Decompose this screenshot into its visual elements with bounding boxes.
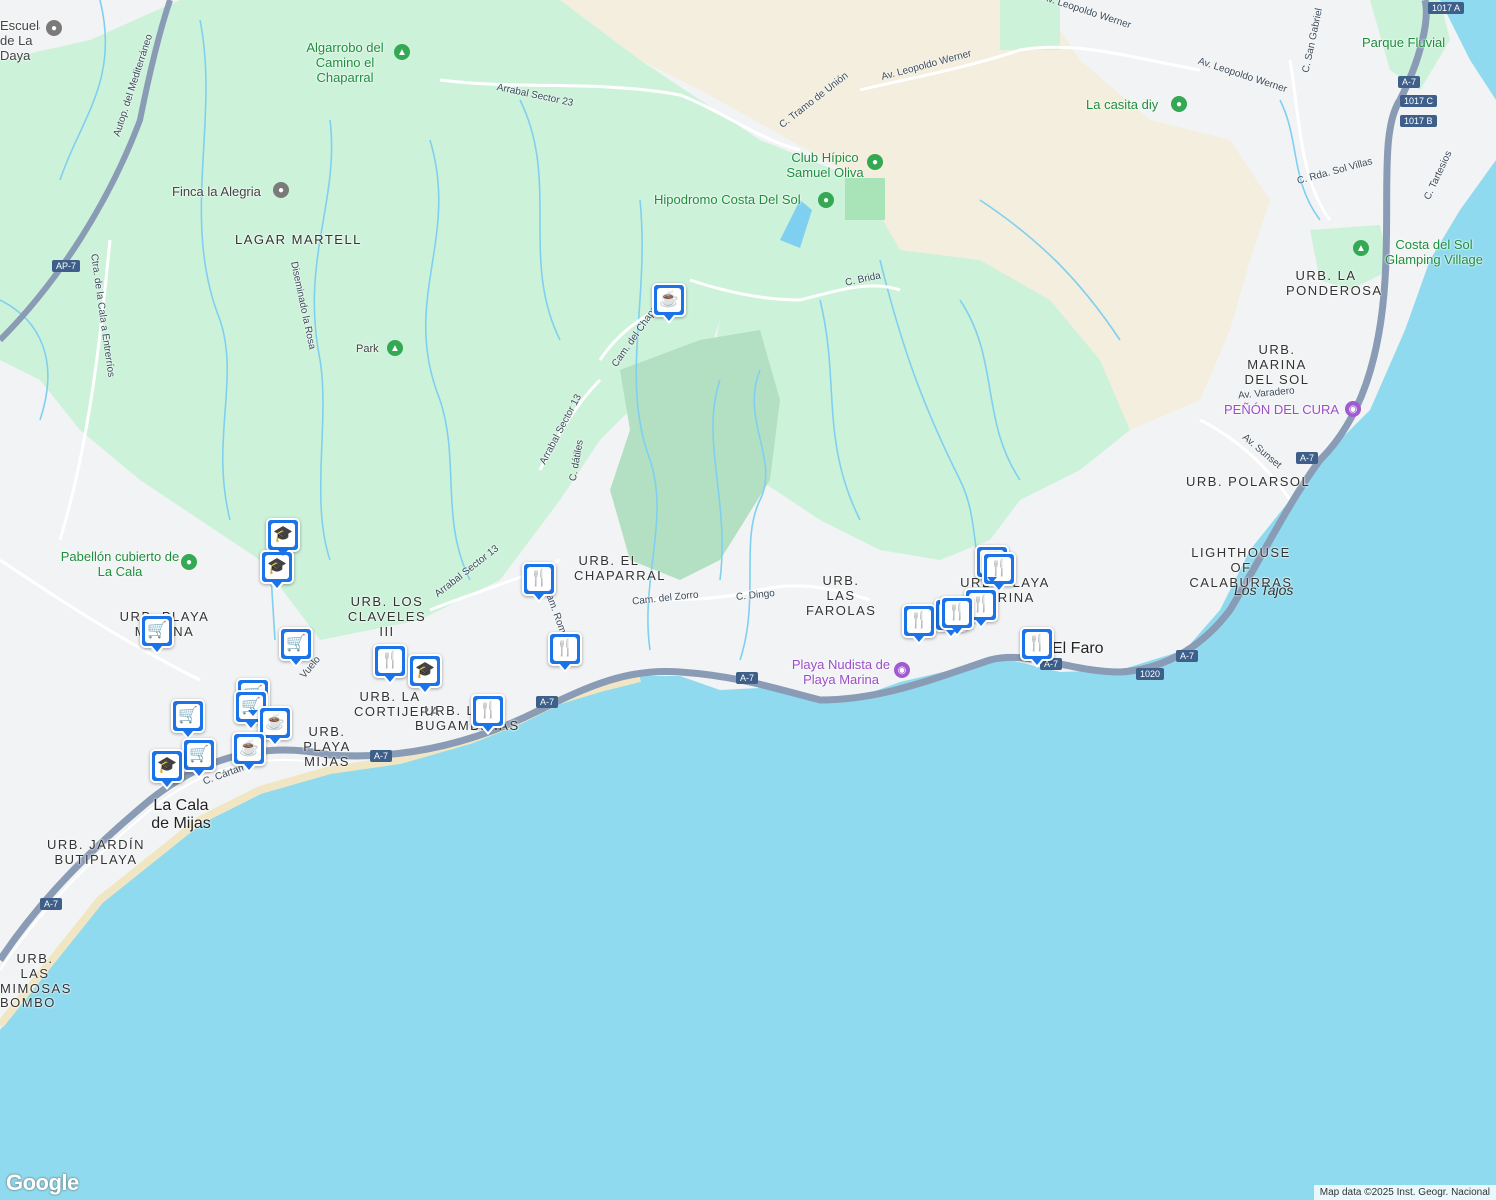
poi-label-glamping[interactable]: Costa del Sol Glamping Village: [1374, 237, 1494, 267]
poi-label-algarrobo[interactable]: Algarrobo del Camino el Chaparral: [300, 40, 390, 85]
poi-label-club-hipico[interactable]: Club Hípico Samuel Oliva: [780, 150, 870, 180]
restaurant-icon: 🍴: [553, 637, 577, 661]
camera-icon[interactable]: ◉: [1345, 401, 1361, 417]
map-marker-school[interactable]: 🎓: [266, 518, 300, 559]
map-marker-school[interactable]: 🎓: [150, 749, 184, 790]
restaurant-icon: 🍴: [907, 609, 931, 633]
map-marker-coffee[interactable]: ☕: [652, 283, 686, 324]
map-marker-restaurant[interactable]: 🍴: [471, 694, 505, 735]
coffee-icon: ☕: [657, 288, 681, 312]
google-logo: Google: [6, 1170, 79, 1195]
area-label-urb-las-farolas: URB. LAS FAROLAS: [806, 573, 877, 618]
restaurant-icon: 🍴: [527, 567, 551, 591]
restaurant-icon: 🍴: [945, 601, 969, 625]
road-shield-1020: 1020: [1136, 668, 1165, 680]
tree-icon[interactable]: ▲: [394, 44, 410, 60]
map-marker-coffee[interactable]: ☕: [232, 732, 266, 773]
road-shield-1017a: 1017 A: [1428, 2, 1465, 14]
road-shield-a7: A-7: [736, 672, 759, 684]
map-marker-restaurant[interactable]: 🍴: [940, 596, 974, 637]
map-marker-cart[interactable]: 🛒: [279, 627, 313, 668]
cart-icon: 🛒: [176, 704, 200, 728]
map-marker-school[interactable]: 🎓: [408, 654, 442, 695]
cart-icon: 🛒: [145, 619, 169, 643]
town-label-la-cala: La Cala de Mijas: [151, 797, 211, 832]
school-icon: 🎓: [265, 555, 289, 579]
coffee-icon: ☕: [263, 711, 287, 735]
road-shield-1017b: 1017 B: [1400, 115, 1437, 127]
area-label-lagar-martell: LAGAR MARTELL: [235, 232, 362, 247]
tree-icon[interactable]: ▲: [387, 340, 403, 356]
pin-icon[interactable]: ●: [181, 554, 197, 570]
road-shield-ap7: AP-7: [52, 260, 81, 272]
school-icon: 🎓: [155, 754, 179, 778]
map-marker-cart[interactable]: 🛒: [171, 699, 205, 740]
poi-label-hipodromo[interactable]: Hipodromo Costa Del Sol: [654, 192, 801, 207]
road-shield-a7: A-7: [40, 898, 63, 910]
poi-label-finca-alegria[interactable]: Finca la Alegria: [172, 184, 261, 199]
road-shield-1017c: 1017 C: [1400, 95, 1438, 107]
road-shield-a7: A-7: [1176, 650, 1199, 662]
road-shield-a7: A-7: [1296, 452, 1319, 464]
poi-label-pabellon[interactable]: Pabellón cubierto de La Cala: [60, 549, 180, 579]
poi-label-casita-diy[interactable]: La casita diy: [1086, 97, 1158, 112]
poi-label-playa-nudista[interactable]: Playa Nudista de Playa Marina: [786, 657, 896, 687]
area-label-urb-los-claveles: URB. LOS CLAVELES III: [347, 594, 427, 639]
pin-icon[interactable]: ●: [1171, 96, 1187, 112]
poi-label-parque-fluvial[interactable]: Parque Fluvial: [1362, 35, 1445, 50]
road-shield-a7: A-7: [536, 696, 559, 708]
poi-label-penon-cura[interactable]: PEÑÓN DEL CURA: [1224, 402, 1339, 417]
town-label-el-faro: El Faro: [1052, 640, 1104, 657]
map-marker-restaurant[interactable]: 🍴: [522, 562, 556, 603]
camping-icon[interactable]: ▲: [1353, 240, 1369, 256]
restaurant-icon: 🍴: [476, 699, 500, 723]
map-marker-restaurant[interactable]: 🍴: [1020, 627, 1054, 668]
camera-icon[interactable]: ◉: [894, 662, 910, 678]
pin-icon[interactable]: ●: [273, 182, 289, 198]
school-icon: 🎓: [413, 659, 437, 683]
map-marker-cart[interactable]: 🛒: [140, 614, 174, 655]
cart-icon: 🛒: [284, 632, 308, 656]
school-icon: 🎓: [271, 523, 295, 547]
sports-field: [845, 178, 885, 220]
area-label-urb-marina-del-sol: URB. MARINA DEL SOL: [1244, 342, 1310, 387]
map-marker-restaurant[interactable]: 🍴: [373, 644, 407, 685]
poi-label-los-tajos: Los Tajos: [1234, 582, 1294, 598]
map-marker-restaurant[interactable]: 🍴: [902, 604, 936, 645]
poi-label-escuela-daya[interactable]: Escuela de La Daya: [0, 18, 40, 63]
restaurant-icon: 🍴: [1025, 632, 1049, 656]
pin-icon[interactable]: ●: [818, 192, 834, 208]
area-label-urb-la-ponderosa: URB. LA PONDEROSA: [1286, 268, 1383, 298]
road-shield-a7: A-7: [1398, 76, 1421, 88]
restaurant-icon: 🍴: [378, 649, 402, 673]
area-label-urb-el-chaparral: URB. EL CHAPARRAL: [574, 553, 667, 583]
area-label-urb-playa-mijas: URB. PLAYA MIJAS: [303, 724, 351, 769]
map-marker-cart[interactable]: 🛒: [182, 738, 216, 779]
road-shield-a7: A-7: [370, 750, 393, 762]
area-label-urb-jardin-butiplaya: URB. JARDÍN BUTIPLAYA: [46, 837, 146, 867]
cart-icon: 🛒: [187, 743, 211, 767]
area-label-urb-polarsol: URB. POLARSOL: [1186, 474, 1311, 489]
pin-icon[interactable]: ●: [867, 154, 883, 170]
park-area-north: [1000, 0, 1060, 50]
area-label-bombo: BOMBO: [0, 995, 56, 1010]
map-marker-restaurant[interactable]: 🍴: [548, 632, 582, 673]
coffee-icon: ☕: [237, 737, 261, 761]
pin-icon[interactable]: ●: [46, 20, 62, 36]
area-label-urb-las-mimosas: URB. LAS MIMOSAS: [0, 951, 72, 996]
map-attribution[interactable]: Map data ©2025 Inst. Geogr. Nacional: [1313, 1185, 1496, 1200]
map-marker-school[interactable]: 🎓: [260, 550, 294, 591]
poi-label-park[interactable]: Park: [356, 343, 379, 355]
